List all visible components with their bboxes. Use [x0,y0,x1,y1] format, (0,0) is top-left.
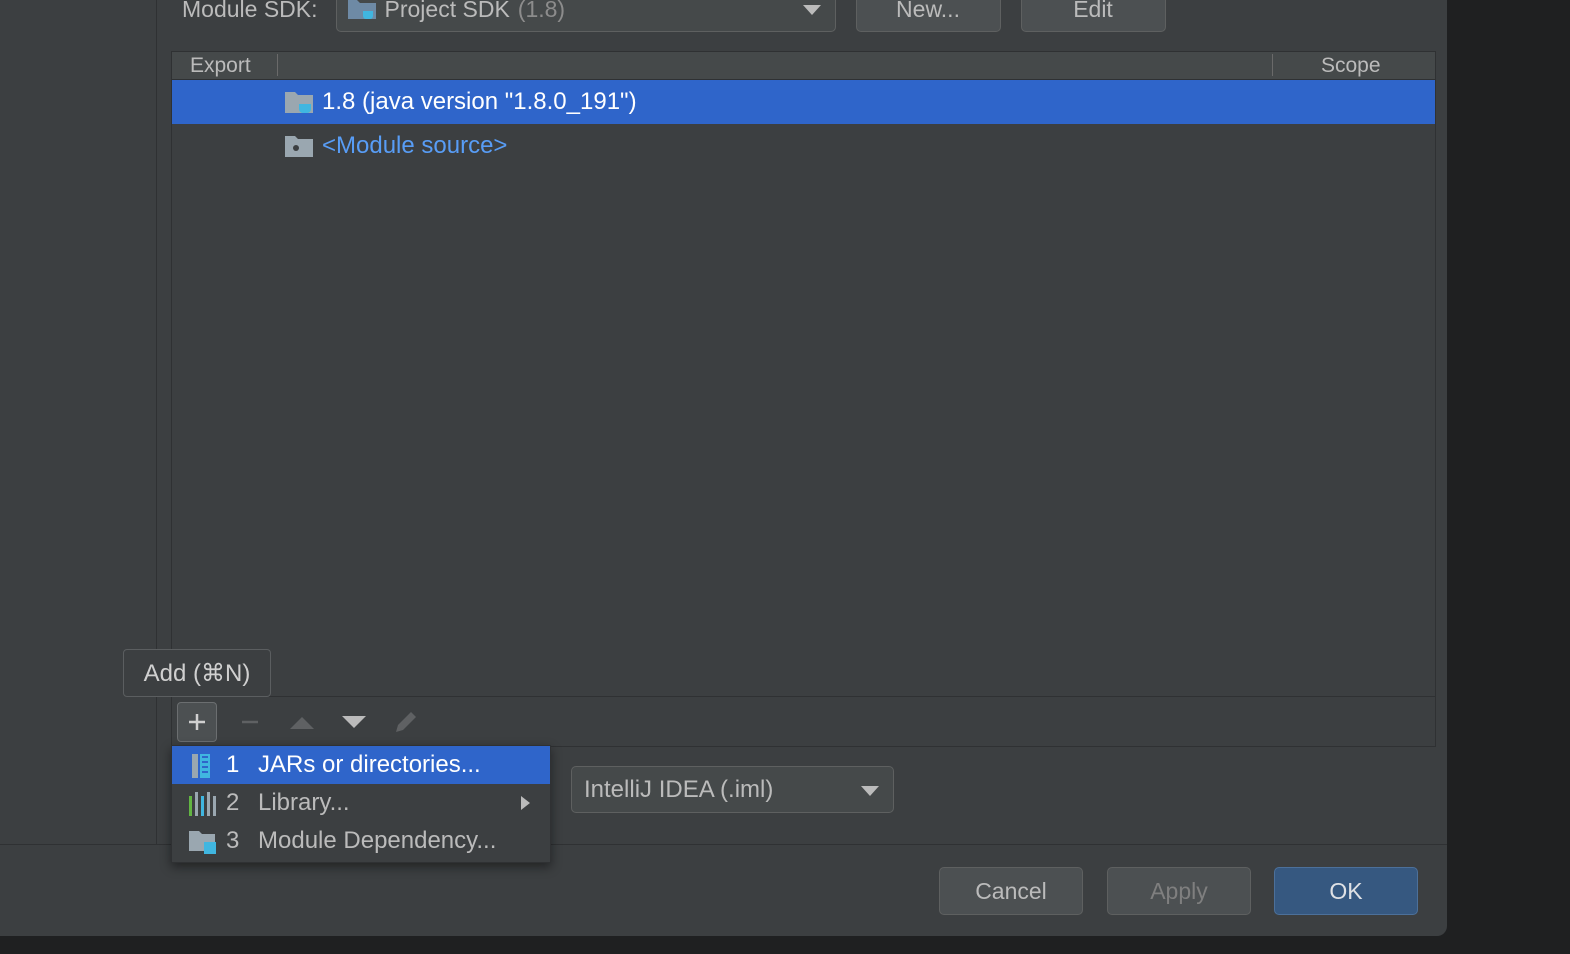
dependencies-table: Export Scope 1.8 (java version "1.8.0_19… [171,51,1436,747]
menu-item-library[interactable]: 2 Library... [172,784,550,822]
cancel-button[interactable]: Cancel [939,867,1083,915]
sdk-value: Project SDK [384,0,510,22]
table-row[interactable]: 1.8 (java version "1.8.0_191") [172,80,1435,124]
move-down-icon [342,716,366,728]
jdk-folder-icon [284,90,314,114]
menu-item-jars[interactable]: 1 JARs or directories... [172,746,550,784]
jar-icon [188,753,216,779]
module-sdk-row: Module SDK: Project SDK (1.8) New... Edi… [182,0,1166,32]
module-source-folder-icon [284,134,314,158]
module-source-label: <Module source> [322,132,508,159]
ok-button[interactable]: OK [1274,867,1418,915]
scope-column-header[interactable]: Scope [1321,54,1381,78]
move-up-icon [290,717,314,729]
library-icon [188,791,216,817]
edit-button[interactable] [386,702,426,742]
sdk-folder-icon [347,0,377,20]
chevron-down-icon [861,786,879,796]
table-toolbar [172,696,1435,746]
edit-sdk-button[interactable]: Edit [1020,0,1166,32]
sdk-version: (1.8) [517,0,566,22]
edit-icon [396,712,416,732]
menu-item-module-dependency[interactable]: 3 Module Dependency... [172,822,550,860]
remove-icon [242,720,258,724]
move-up-button[interactable] [282,702,322,742]
remove-button[interactable] [230,702,270,742]
add-dependency-menu: 1 JARs or directories... 2 Library... 3 … [171,745,551,863]
menu-item-number: 1 [226,751,240,778]
module-sdk-label: Module SDK: [182,0,318,22]
add-button[interactable] [177,702,217,742]
export-column-header[interactable]: Export [190,54,251,78]
move-down-button[interactable] [334,702,374,742]
left-sidebar [0,0,157,844]
chevron-right-icon [521,796,530,810]
column-divider [277,54,278,76]
module-format-value: IntelliJ IDEA (.iml) [584,775,774,803]
new-sdk-button[interactable]: New... [855,0,1001,32]
module-dependency-icon [188,829,216,855]
menu-item-number: 3 [226,827,240,854]
table-row[interactable]: <Module source> [172,124,1435,168]
add-icon [189,714,205,730]
menu-item-label: JARs or directories... [258,751,481,778]
menu-item-label: Module Dependency... [258,827,497,854]
column-divider [1272,54,1273,76]
module-sdk-combo[interactable]: Project SDK (1.8) [335,0,836,32]
sdk-row-label: 1.8 (java version "1.8.0_191") [322,88,637,115]
chevron-down-icon [802,5,821,15]
add-tooltip: Add (⌘N) [123,649,271,697]
menu-item-number: 2 [226,789,240,816]
module-format-combo[interactable]: IntelliJ IDEA (.iml) [571,766,894,813]
apply-button[interactable]: Apply [1107,867,1251,915]
menu-item-label: Library... [258,789,350,816]
table-header: Export Scope [172,52,1435,80]
